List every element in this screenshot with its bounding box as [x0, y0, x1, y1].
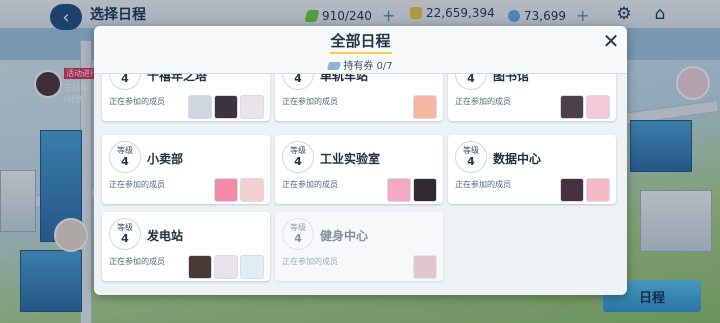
ticket-text: 持有券 0/7 [343, 61, 393, 72]
member-avatar [413, 255, 437, 279]
title-underline [330, 52, 392, 54]
member-avatar [240, 255, 264, 279]
location-card[interactable]: 等级 4 工业实验室正在参加的成员 [275, 135, 443, 204]
location-name: 数据中心 [493, 152, 542, 166]
location-name: 工业实验室 [320, 152, 381, 166]
member-avatar [214, 255, 238, 279]
ticket-icon [327, 62, 342, 70]
member-avatar [214, 178, 238, 202]
level-value: 4 [467, 74, 475, 85]
level-badge: 等级4 [282, 141, 314, 173]
location-card[interactable]: 等级4 千禧年之塔正在参加的成员 [102, 74, 270, 121]
ticket-counter: 持有券 0/7 [94, 57, 627, 72]
member-avatar [586, 95, 610, 119]
all-schedules-modal: 全部日程 持有券 0/7 ✕ 等级4千禧年之塔正在参加的成员等级4单轨车站正在参… [94, 26, 627, 295]
member-avatar [214, 95, 238, 119]
member-avatar [560, 95, 584, 119]
location-name: 健身中心 [320, 229, 369, 243]
member-avatars [188, 255, 264, 279]
location-name: 发电站 [147, 229, 184, 243]
members-label: 正在参加的成员 [282, 257, 338, 266]
member-avatar [240, 95, 264, 119]
member-avatar [240, 178, 264, 202]
modal-header: 全部日程 持有券 0/7 ✕ [94, 26, 627, 74]
member-avatars [387, 178, 437, 202]
members-label: 正在参加的成员 [109, 97, 165, 106]
location-card[interactable]: 等级4 图书馆正在参加的成员 [448, 74, 616, 121]
level-value: 4 [294, 74, 302, 85]
location-name: 千禧年之塔 [147, 74, 208, 83]
member-avatar [560, 178, 584, 202]
level-badge: 等级4 [455, 141, 487, 173]
level-value: 4 [121, 232, 129, 245]
member-avatar [586, 178, 610, 202]
close-icon[interactable]: ✕ [600, 29, 622, 53]
location-card: 等级 4 健身中心正在参加的成员 [275, 212, 443, 281]
location-name: 小卖部 [147, 152, 184, 166]
level-badge: 等级4 [109, 141, 141, 173]
level-value: 4 [467, 155, 475, 168]
location-card[interactable]: 等级 4 数据中心正在参加的成员 [448, 135, 616, 204]
members-label: 正在参加的成员 [109, 180, 165, 189]
location-card[interactable]: 等级4 单轨车站正在参加的成员 [275, 74, 443, 121]
member-avatars [214, 178, 264, 202]
level-badge: 等级4 [282, 74, 314, 90]
member-avatar [387, 178, 411, 202]
modal-title: 全部日程 [330, 32, 391, 50]
level-badge: 等级4 [455, 74, 487, 90]
member-avatars [188, 95, 264, 119]
member-avatar [188, 255, 212, 279]
members-label: 正在参加的成员 [109, 257, 165, 266]
member-avatars [560, 95, 610, 119]
level-value: 4 [294, 232, 302, 245]
level-value: 4 [121, 155, 129, 168]
location-name: 单轨车站 [320, 74, 369, 83]
location-card[interactable]: 等级 4 发电站正在参加的成员 [102, 212, 270, 281]
level-badge: 等级4 [109, 74, 141, 90]
member-avatar [413, 178, 437, 202]
members-label: 正在参加的成员 [282, 97, 338, 106]
level-value: 4 [294, 155, 302, 168]
members-label: 正在参加的成员 [455, 97, 511, 106]
level-badge: 等级4 [109, 218, 141, 250]
level-value: 4 [121, 74, 129, 85]
member-avatars [413, 95, 437, 119]
members-label: 正在参加的成员 [282, 180, 338, 189]
location-card[interactable]: 等级 4 小卖部正在参加的成员 [102, 135, 270, 204]
members-label: 正在参加的成员 [455, 180, 511, 189]
member-avatar [413, 95, 437, 119]
member-avatars [413, 255, 437, 279]
location-grid: 等级4千禧年之塔正在参加的成员等级4单轨车站正在参加的成员等级4图书馆正在参加的… [94, 74, 627, 295]
location-name: 图书馆 [493, 74, 530, 83]
member-avatar [188, 95, 212, 119]
member-avatars [560, 178, 610, 202]
level-badge: 等级4 [282, 218, 314, 250]
